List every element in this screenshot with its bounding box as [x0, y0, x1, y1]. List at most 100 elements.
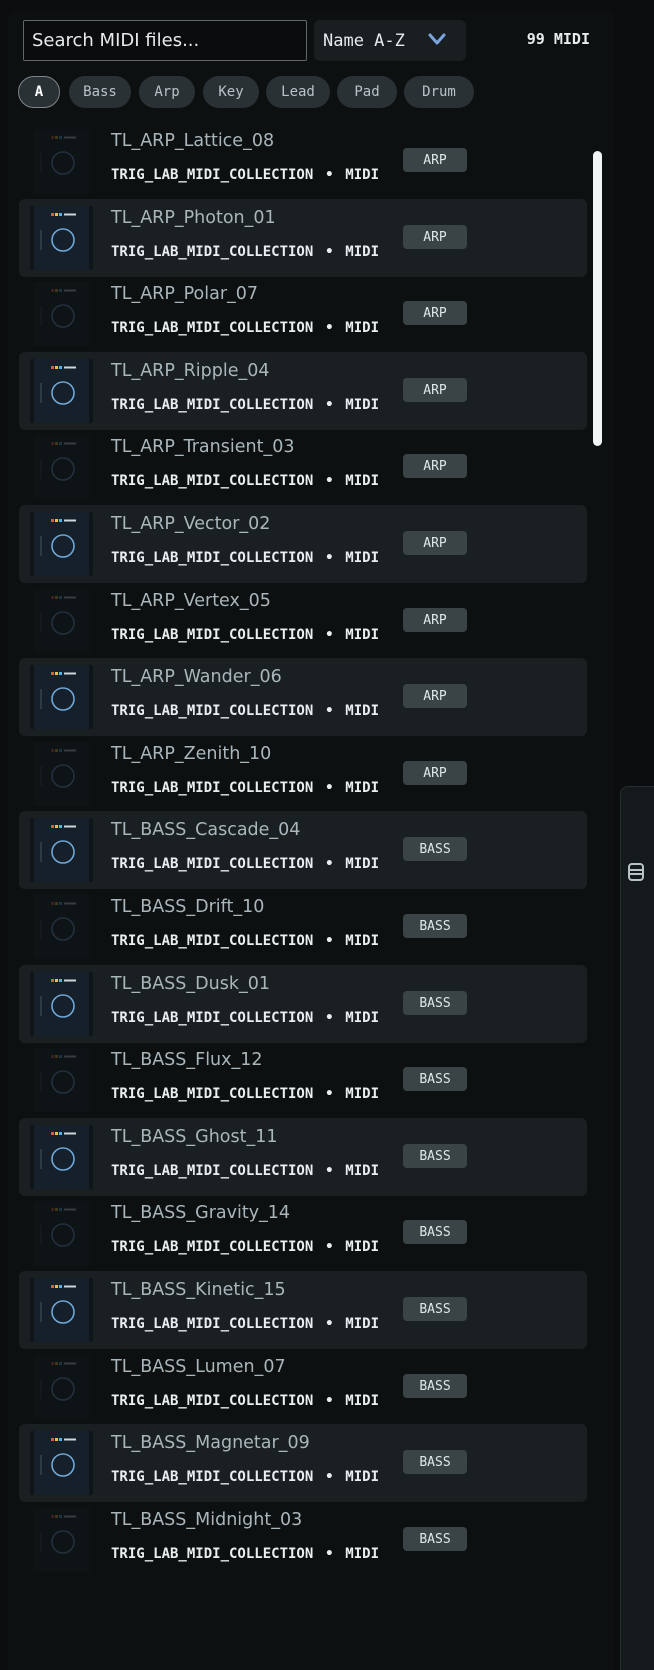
category-tag: ARP	[403, 225, 467, 249]
album-thumbnail	[30, 1125, 93, 1189]
midi-file-meta: TRIG_LAB_MIDI_COLLECTION • MIDI	[111, 1469, 379, 1485]
filter-chip-arp[interactable]: Arp	[139, 76, 195, 108]
collection-name: TRIG_LAB_MIDI_COLLECTION	[111, 703, 314, 719]
collection-name: TRIG_LAB_MIDI_COLLECTION	[111, 473, 314, 489]
album-thumbnail	[30, 206, 93, 270]
collection-name: TRIG_LAB_MIDI_COLLECTION	[111, 1393, 314, 1409]
midi-list-item[interactable]: TL_BASS_Flux_12 TRIG_LAB_MIDI_COLLECTION •…	[19, 1041, 587, 1119]
midi-list-item[interactable]: TL_ARP_Wander_06 TRIG_LAB_MIDI_COLLECTION…	[19, 658, 587, 736]
midi-file-meta: TRIG_LAB_MIDI_COLLECTION • MIDI	[111, 703, 379, 719]
midi-list-item[interactable]: TL_BASS_Kinetic_15 TRIG_LAB_MIDI_COLLECTI…	[19, 1271, 587, 1349]
category-tag: BASS	[403, 1374, 467, 1398]
category-tag: ARP	[403, 301, 467, 325]
collection-name: TRIG_LAB_MIDI_COLLECTION	[111, 1239, 314, 1255]
collection-name: TRIG_LAB_MIDI_COLLECTION	[111, 1163, 314, 1179]
collection-name: TRIG_LAB_MIDI_COLLECTION	[111, 320, 314, 336]
album-art-icon	[30, 665, 93, 729]
file-format: MIDI	[345, 167, 380, 183]
midi-file-meta: TRIG_LAB_MIDI_COLLECTION • MIDI	[111, 1546, 379, 1562]
midi-list-item[interactable]: TL_ARP_Ripple_04 TRIG_LAB_MIDI_COLLECTION…	[19, 352, 587, 430]
filter-chip-pad[interactable]: Pad	[337, 76, 397, 108]
category-tag: BASS	[403, 837, 467, 861]
filter-chip-all[interactable]: A	[18, 76, 60, 108]
file-format: MIDI	[345, 1546, 380, 1562]
midi-file-name: TL_ARP_Wander_06	[111, 667, 282, 687]
midi-list-item[interactable]: TL_BASS_Lumen_07 TRIG_LAB_MIDI_COLLECTION…	[19, 1348, 587, 1426]
album-art-icon	[30, 1431, 93, 1495]
album-thumbnail	[30, 742, 93, 806]
category-tag: BASS	[403, 1220, 467, 1244]
midi-file-name: TL_ARP_Vector_02	[111, 514, 271, 534]
midi-list-item[interactable]: TL_ARP_Vertex_05 TRIG_LAB_MIDI_COLLECTION…	[19, 582, 587, 660]
midi-list-item[interactable]: TL_BASS_Midnight_03 TRIG_LAB_MIDI_COLLECT…	[19, 1501, 587, 1579]
album-art-icon	[30, 589, 93, 653]
collection-name: TRIG_LAB_MIDI_COLLECTION	[111, 780, 314, 796]
midi-list-item[interactable]: TL_ARP_Zenith_10 TRIG_LAB_MIDI_COLLECTION…	[19, 735, 587, 813]
file-format: MIDI	[345, 320, 380, 336]
midi-list-item[interactable]: TL_ARP_Transient_03 TRIG_LAB_MIDI_COLLECT…	[19, 428, 587, 506]
midi-list-item[interactable]: TL_BASS_Magnetar_09 TRIG_LAB_MIDI_COLLECT…	[19, 1424, 587, 1502]
chevron-down-icon	[428, 33, 446, 45]
album-thumbnail	[30, 665, 93, 729]
collection-name: TRIG_LAB_MIDI_COLLECTION	[111, 1086, 314, 1102]
midi-list-item[interactable]: TL_ARP_Polar_07 TRIG_LAB_MIDI_COLLECTION •…	[19, 275, 587, 353]
midi-file-name: TL_ARP_Photon_01	[111, 208, 276, 228]
album-thumbnail	[30, 435, 93, 499]
meta-separator: •	[325, 1163, 334, 1179]
midi-list-item[interactable]: TL_BASS_Cascade_04 TRIG_LAB_MIDI_COLLECTI…	[19, 811, 587, 889]
midi-file-name: TL_ARP_Ripple_04	[111, 361, 270, 381]
collection-name: TRIG_LAB_MIDI_COLLECTION	[111, 550, 314, 566]
meta-separator: •	[325, 1010, 334, 1026]
meta-separator: •	[325, 167, 334, 183]
midi-list-item[interactable]: TL_ARP_Photon_01 TRIG_LAB_MIDI_COLLECTION…	[19, 199, 587, 277]
category-tag: BASS	[403, 1297, 467, 1321]
panel-toggle-icon[interactable]	[627, 861, 645, 883]
collection-name: TRIG_LAB_MIDI_COLLECTION	[111, 1316, 314, 1332]
midi-file-name: TL_ARP_Lattice_08	[111, 131, 275, 151]
midi-file-name: TL_BASS_Lumen_07	[111, 1357, 286, 1377]
search-input[interactable]	[23, 20, 307, 61]
category-tag: BASS	[403, 1527, 467, 1551]
category-tag: ARP	[403, 608, 467, 632]
midi-file-name: TL_BASS_Drift_10	[111, 897, 265, 917]
category-tag: BASS	[403, 1144, 467, 1168]
midi-list-item[interactable]: TL_ARP_Lattice_08 TRIG_LAB_MIDI_COLLECTIO…	[19, 122, 587, 200]
midi-list-item[interactable]: TL_BASS_Ghost_11 TRIG_LAB_MIDI_COLLECTION…	[19, 1118, 587, 1196]
file-format: MIDI	[345, 1239, 380, 1255]
collection-name: TRIG_LAB_MIDI_COLLECTION	[111, 1010, 314, 1026]
list-scrollbar-thumb[interactable]	[593, 151, 602, 446]
category-tag: BASS	[403, 1067, 467, 1091]
album-art-icon	[30, 282, 93, 346]
filter-chip-key[interactable]: Key	[203, 76, 259, 108]
album-art-icon	[30, 1048, 93, 1112]
midi-list-item[interactable]: TL_BASS_Drift_10 TRIG_LAB_MIDI_COLLECTION…	[19, 888, 587, 966]
meta-separator: •	[325, 780, 334, 796]
midi-file-meta: TRIG_LAB_MIDI_COLLECTION • MIDI	[111, 397, 379, 413]
file-format: MIDI	[345, 1316, 380, 1332]
collection-name: TRIG_LAB_MIDI_COLLECTION	[111, 933, 314, 949]
midi-list-item[interactable]: TL_BASS_Gravity_14 TRIG_LAB_MIDI_COLLECTI…	[19, 1194, 587, 1272]
file-format: MIDI	[345, 473, 380, 489]
sort-dropdown[interactable]: Name A-Z	[314, 20, 466, 61]
meta-separator: •	[325, 1086, 334, 1102]
album-art-icon	[30, 129, 93, 193]
filter-chip-bass[interactable]: Bass	[69, 76, 131, 108]
category-tag: ARP	[403, 378, 467, 402]
category-tag: BASS	[403, 991, 467, 1015]
midi-list-item[interactable]: TL_BASS_Dusk_01 TRIG_LAB_MIDI_COLLECTION •…	[19, 965, 587, 1043]
album-art-icon	[30, 818, 93, 882]
collection-name: TRIG_LAB_MIDI_COLLECTION	[111, 397, 314, 413]
album-art-icon	[30, 1508, 93, 1572]
collection-name: TRIG_LAB_MIDI_COLLECTION	[111, 1546, 314, 1562]
album-art-icon	[30, 1125, 93, 1189]
file-format: MIDI	[345, 1010, 380, 1026]
album-thumbnail	[30, 129, 93, 193]
filter-chip-drum[interactable]: Drum	[404, 76, 474, 108]
file-format: MIDI	[345, 856, 380, 872]
album-thumbnail	[30, 512, 93, 576]
midi-file-meta: TRIG_LAB_MIDI_COLLECTION • MIDI	[111, 1316, 379, 1332]
filter-chip-lead[interactable]: Lead	[266, 76, 330, 108]
collection-name: TRIG_LAB_MIDI_COLLECTION	[111, 244, 314, 260]
midi-file-name: TL_BASS_Dusk_01	[111, 974, 270, 994]
midi-list-item[interactable]: TL_ARP_Vector_02 TRIG_LAB_MIDI_COLLECTION…	[19, 505, 587, 583]
